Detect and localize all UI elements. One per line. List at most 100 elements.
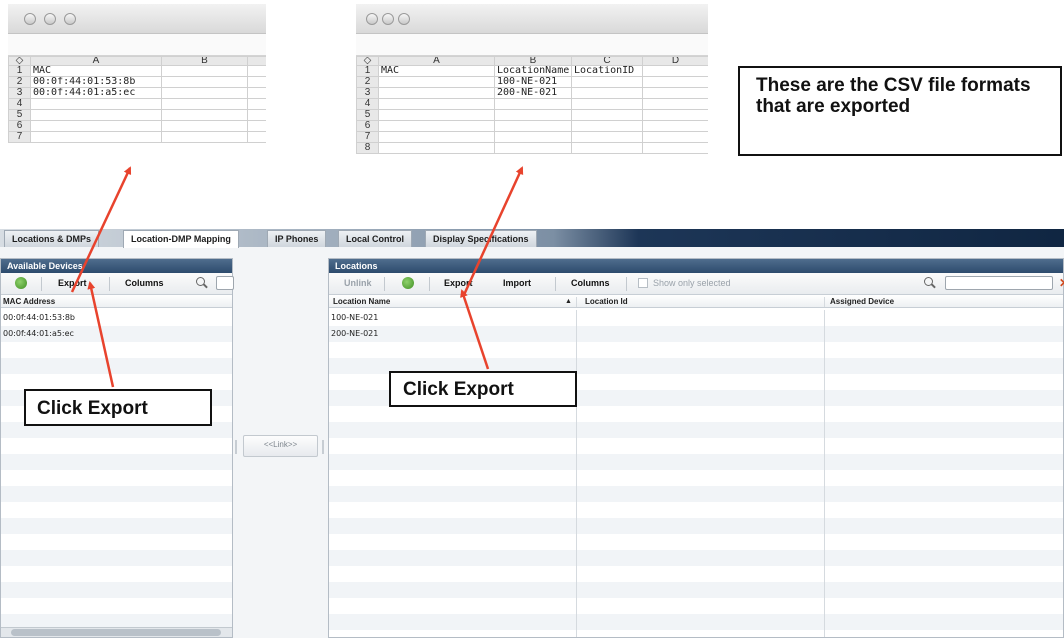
row-number[interactable]: 3	[8, 87, 31, 99]
sheet-cell[interactable]	[30, 131, 162, 143]
sheet-cell[interactable]	[494, 120, 572, 132]
row-number[interactable]: 2	[8, 76, 31, 88]
sheet-cell[interactable]	[247, 98, 266, 110]
window-button-icon[interactable]	[44, 13, 56, 25]
sheet-cell[interactable]	[571, 131, 643, 143]
sheet-cell[interactable]	[378, 109, 495, 121]
window-button-icon[interactable]	[24, 13, 36, 25]
sheet-cell[interactable]: 200-NE-021	[494, 87, 572, 99]
sheet-cell[interactable]	[494, 131, 572, 143]
column-header[interactable]: A	[378, 56, 495, 66]
sheet-cell[interactable]	[247, 131, 266, 143]
sheet-cell[interactable]	[247, 87, 266, 99]
table-row[interactable]: 200-NE-021	[331, 329, 378, 338]
window-button-icon[interactable]	[64, 13, 76, 25]
column-header[interactable]: B	[161, 56, 248, 66]
sheet-cell[interactable]: 00:0f:44:01:53:8b	[30, 76, 162, 88]
tab-ip-phones[interactable]: IP Phones	[267, 230, 327, 247]
row-number[interactable]: 4	[356, 98, 379, 110]
table-row[interactable]: 00:0f:44:01:a5:ec	[3, 329, 74, 338]
show-only-selected-label[interactable]: Show only selected	[653, 278, 731, 288]
column-divider[interactable]	[576, 297, 577, 307]
window-button-icon[interactable]	[366, 13, 378, 25]
sheet-cell[interactable]	[378, 142, 495, 154]
sheet-cell[interactable]	[642, 131, 708, 143]
sheet-cell[interactable]: 00:0f:44:01:a5:ec	[30, 87, 162, 99]
sheet-cell[interactable]	[247, 76, 266, 88]
columns-button[interactable]: Columns	[571, 278, 610, 288]
sheet-cell[interactable]: 100-NE-021	[494, 76, 572, 88]
column-header[interactable]: C	[571, 56, 643, 66]
column-header-location-name[interactable]: Location Name	[333, 297, 390, 306]
table-row[interactable]: 00:0f:44:01:53:8b	[3, 313, 75, 322]
sheet-cell[interactable]	[494, 142, 572, 154]
column-header-mac-address[interactable]: MAC Address	[3, 297, 55, 306]
column-header[interactable]	[247, 56, 266, 66]
sheet-cell[interactable]	[247, 65, 266, 77]
select-all-cell[interactable]: ◇	[356, 56, 379, 66]
scrollbar-thumb[interactable]	[11, 629, 221, 636]
row-number[interactable]: 6	[356, 120, 379, 132]
horizontal-scrollbar[interactable]	[1, 627, 232, 637]
import-button[interactable]: Import	[503, 278, 531, 288]
sheet-cell[interactable]	[642, 98, 708, 110]
sheet-cell[interactable]	[161, 87, 248, 99]
sheet-cell[interactable]	[642, 65, 708, 77]
column-header[interactable]: D	[642, 56, 708, 66]
sheet-cell[interactable]: LocationID	[571, 65, 643, 77]
sheet-cell[interactable]	[642, 109, 708, 121]
row-number[interactable]: 4	[8, 98, 31, 110]
window-button-icon[interactable]	[382, 13, 394, 25]
row-number[interactable]: 2	[356, 76, 379, 88]
sheet-cell[interactable]	[161, 65, 248, 77]
sheet-cell[interactable]	[494, 109, 572, 121]
column-header-location-id[interactable]: Location Id	[585, 297, 628, 306]
splitter-handle[interactable]	[322, 440, 324, 454]
columns-button[interactable]: Columns	[125, 278, 164, 288]
sheet-cell[interactable]	[642, 142, 708, 154]
sheet-cell[interactable]	[378, 120, 495, 132]
export-button[interactable]: Export	[58, 278, 87, 288]
tab-local-control[interactable]: Local Control	[338, 230, 412, 247]
row-number[interactable]: 8	[356, 142, 379, 154]
sheet-cell[interactable]: MAC	[30, 65, 162, 77]
sheet-cell[interactable]	[247, 109, 266, 121]
splitter-handle[interactable]	[235, 440, 237, 454]
row-number[interactable]: 6	[8, 120, 31, 132]
sheet-cell[interactable]	[378, 76, 495, 88]
row-number[interactable]: 1	[356, 65, 379, 77]
column-header[interactable]: A	[30, 56, 162, 66]
sheet-cell[interactable]	[161, 109, 248, 121]
tab-display-specifications[interactable]: Display Specifications	[425, 230, 537, 247]
sheet-cell[interactable]	[642, 87, 708, 99]
row-number[interactable]: 7	[8, 131, 31, 143]
sheet-cell[interactable]	[642, 76, 708, 88]
sheet-cell[interactable]	[378, 87, 495, 99]
sheet-cell[interactable]	[30, 120, 162, 132]
sheet-cell[interactable]	[247, 120, 266, 132]
sheet-cell[interactable]	[571, 120, 643, 132]
sheet-cell[interactable]	[571, 98, 643, 110]
table-row[interactable]: 100-NE-021	[331, 313, 378, 322]
sheet-cell[interactable]	[571, 109, 643, 121]
tab-location-dmp-mapping[interactable]: Location-DMP Mapping	[123, 230, 239, 248]
refresh-icon[interactable]	[402, 277, 414, 289]
sheet-cell[interactable]	[161, 120, 248, 132]
search-input[interactable]	[945, 276, 1053, 290]
sheet-cell[interactable]	[30, 98, 162, 110]
column-header[interactable]: B	[494, 56, 572, 66]
row-number[interactable]: 7	[356, 131, 379, 143]
sheet-cell[interactable]	[161, 76, 248, 88]
column-divider[interactable]	[824, 297, 825, 307]
sheet-cell[interactable]	[642, 120, 708, 132]
sheet-cell[interactable]	[378, 131, 495, 143]
sheet-cell[interactable]	[378, 98, 495, 110]
select-all-cell[interactable]: ◇	[8, 56, 31, 66]
sheet-cell[interactable]	[571, 76, 643, 88]
link-button[interactable]: <<Link>>	[243, 435, 318, 457]
sheet-cell[interactable]: LocationName	[494, 65, 572, 77]
sheet-cell[interactable]	[571, 87, 643, 99]
sheet-cell[interactable]	[571, 142, 643, 154]
search-input[interactable]	[216, 276, 234, 290]
row-number[interactable]: 1	[8, 65, 31, 77]
